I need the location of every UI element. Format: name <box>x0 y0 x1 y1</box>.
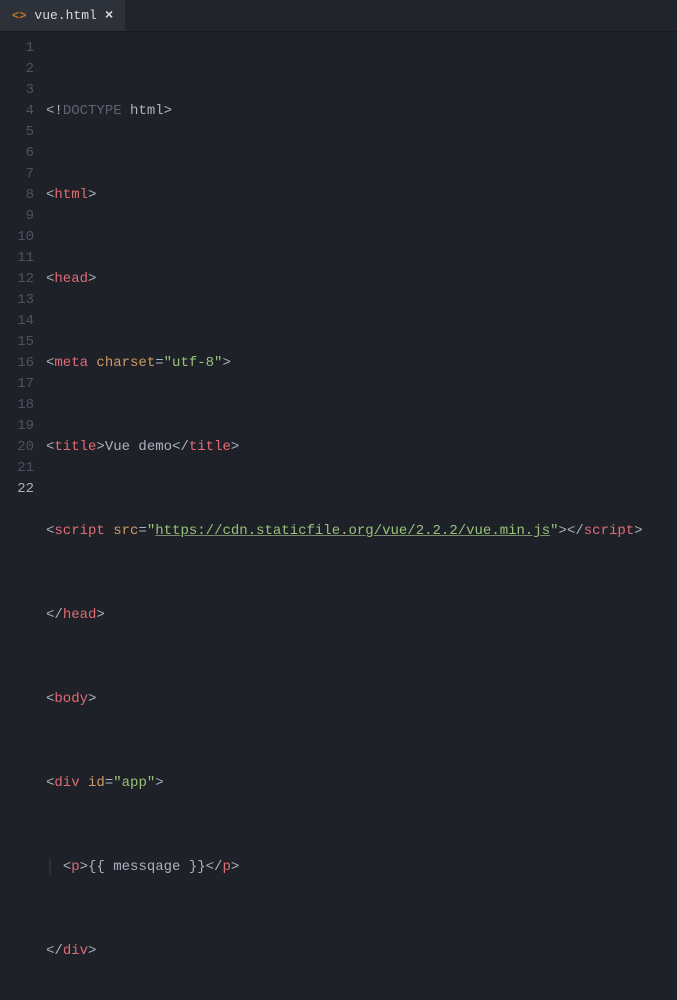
code-line[interactable]: <body> <box>46 689 643 710</box>
code-line[interactable]: </head> <box>46 605 643 626</box>
code-line[interactable]: </div> <box>46 941 643 962</box>
code-area[interactable]: <!DOCTYPE html> <html> <head> <meta char… <box>46 32 643 500</box>
code-line[interactable]: <head> <box>46 269 643 290</box>
tab-bar: <> vue.html × <box>0 0 677 32</box>
code-editor[interactable]: 1234 5678 9101112 13141516 17181920 2122… <box>0 32 677 500</box>
close-icon[interactable]: × <box>105 8 113 24</box>
tab-filename: vue.html <box>34 8 96 23</box>
code-line[interactable]: <!DOCTYPE html> <box>46 101 643 122</box>
file-type-html-icon: <> <box>12 9 26 23</box>
code-line[interactable]: │ <p>{{ messqage }}</p> <box>46 857 643 878</box>
code-line[interactable]: <div id="app"> <box>46 773 643 794</box>
code-line[interactable]: <script src="https://cdn.staticfile.org/… <box>46 521 643 542</box>
code-line[interactable]: <meta charset="utf-8"> <box>46 353 643 374</box>
tab-vue-html[interactable]: <> vue.html × <box>0 0 125 31</box>
code-line[interactable]: <html> <box>46 185 643 206</box>
code-line[interactable]: <title>Vue demo</title> <box>46 437 643 458</box>
line-number-gutter: 1234 5678 9101112 13141516 17181920 2122 <box>0 32 46 500</box>
